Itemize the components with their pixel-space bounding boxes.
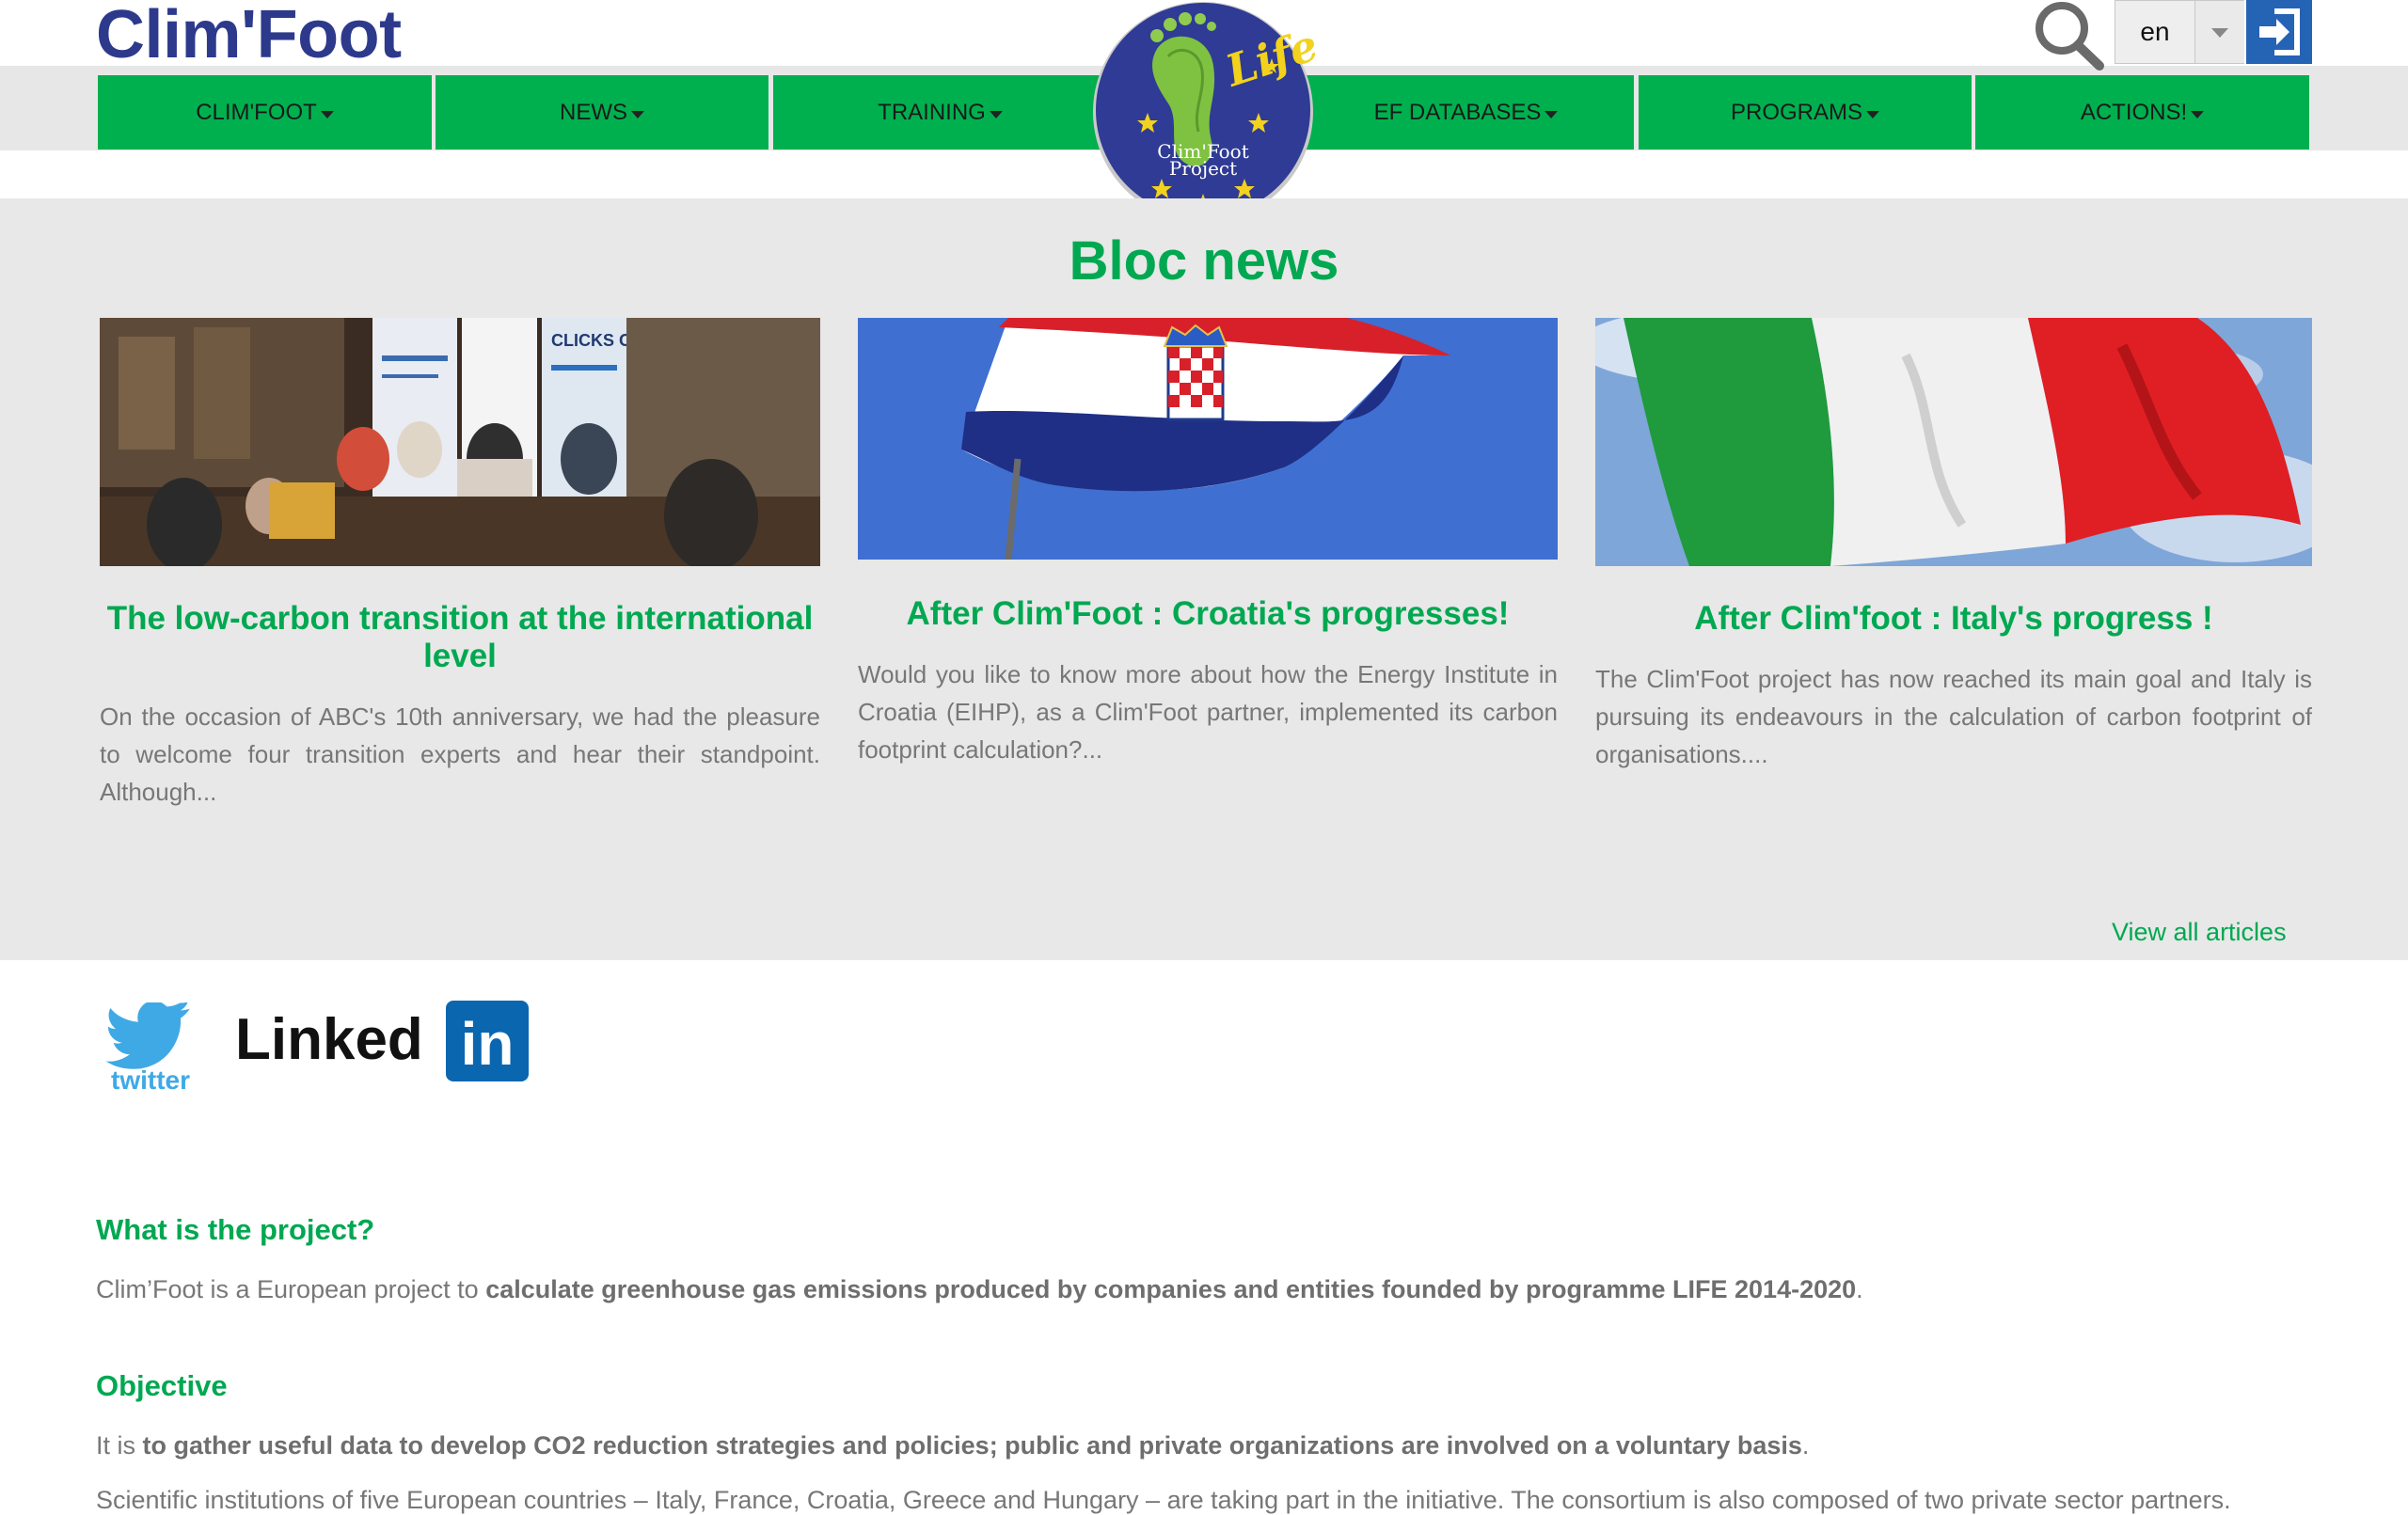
project-text-bold: calculate greenhouse gas emissions produ…: [485, 1275, 1857, 1303]
login-icon[interactable]: [2246, 0, 2312, 64]
news-image-italy-flag[interactable]: [1595, 318, 2312, 566]
nav-item-news[interactable]: NEWS: [436, 75, 768, 150]
project-text-2: .: [1856, 1275, 1863, 1303]
language-select[interactable]: en: [2115, 0, 2244, 64]
news-card-excerpt-1: On the occasion of ABC's 10th anniversar…: [100, 702, 820, 806]
objective-text-1: It is: [96, 1431, 143, 1460]
chevron-down-icon[interactable]: [2194, 1, 2244, 63]
caret-down-icon: [1545, 110, 1559, 118]
language-value: en: [2140, 17, 2170, 46]
caret-down-icon: [989, 110, 1003, 118]
news-section-title: Bloc news: [1069, 230, 1339, 292]
climfoot-life-logo[interactable]: Life Clim'Foot Project: [1091, 0, 1315, 224]
nav-label: TRAINING: [878, 99, 986, 125]
twitter-label: twitter: [111, 1065, 190, 1093]
news-card-excerpt-2: Would you like to know more about how th…: [858, 660, 1558, 764]
nav-label: CLIM'FOOT: [196, 99, 317, 125]
news-card-title-1[interactable]: The low-carbon transition at the interna…: [100, 600, 820, 675]
nav-label: NEWS: [560, 99, 627, 125]
objective-text-bold: to gather useful data to develop CO2 red…: [142, 1431, 1802, 1460]
caret-down-icon: [2191, 110, 2205, 118]
objective-text-2: .: [1801, 1431, 1810, 1460]
caret-down-icon: [631, 110, 644, 118]
site-title[interactable]: Clim'Foot: [96, 0, 402, 71]
objective-description: It is to gather useful data to develop C…: [96, 1431, 1809, 1460]
nav-label: ACTIONS!: [2080, 99, 2188, 125]
linkedin-label: Linked: [235, 1007, 423, 1072]
objective-heading: Objective: [96, 1369, 228, 1402]
project-heading: What is the project?: [96, 1213, 375, 1246]
linkedin-icon[interactable]: Linked in: [235, 997, 529, 1083]
view-all-articles-link[interactable]: View all articles: [2112, 918, 2287, 947]
nav-item-ef-databases[interactable]: EF DATABASES: [1298, 75, 1634, 150]
nav-label: EF DATABASES: [1373, 99, 1542, 125]
news-card-title-2[interactable]: After Clim'Foot : Croatia's progresses!: [858, 595, 1558, 633]
project-description: Clim’Foot is a European project to calcu…: [96, 1275, 1863, 1304]
caret-down-icon: [1866, 110, 1879, 118]
caret-down-icon: [320, 110, 334, 118]
nav-item-programs[interactable]: PROGRAMS: [1639, 75, 1972, 150]
nav-item-actions[interactable]: ACTIONS!: [1975, 75, 2309, 150]
news-card-title-3[interactable]: After Clim'foot : Italy's progress !: [1595, 600, 2312, 638]
news-card-excerpt-3: The Clim'Foot project has now reached it…: [1595, 665, 2312, 768]
news-image-conference[interactable]: CLICKS ON: [100, 318, 820, 566]
nav-item-climfoot[interactable]: CLIM'FOOT: [98, 75, 432, 150]
linkedin-badge: in: [461, 1010, 515, 1078]
search-icon[interactable]: [2032, 0, 2107, 71]
partners-description: Scientific institutions of five European…: [96, 1486, 2231, 1514]
news-section: [0, 198, 2408, 960]
nav-item-training[interactable]: TRAINING: [773, 75, 1107, 150]
news-image-croatia-flag[interactable]: [858, 318, 1558, 560]
logo-text-2: Project: [1169, 157, 1237, 180]
project-text-1: Clim’Foot is a European project to: [96, 1275, 486, 1303]
nav-label: PROGRAMS: [1730, 99, 1862, 125]
twitter-icon[interactable]: twitter: [94, 1002, 207, 1093]
